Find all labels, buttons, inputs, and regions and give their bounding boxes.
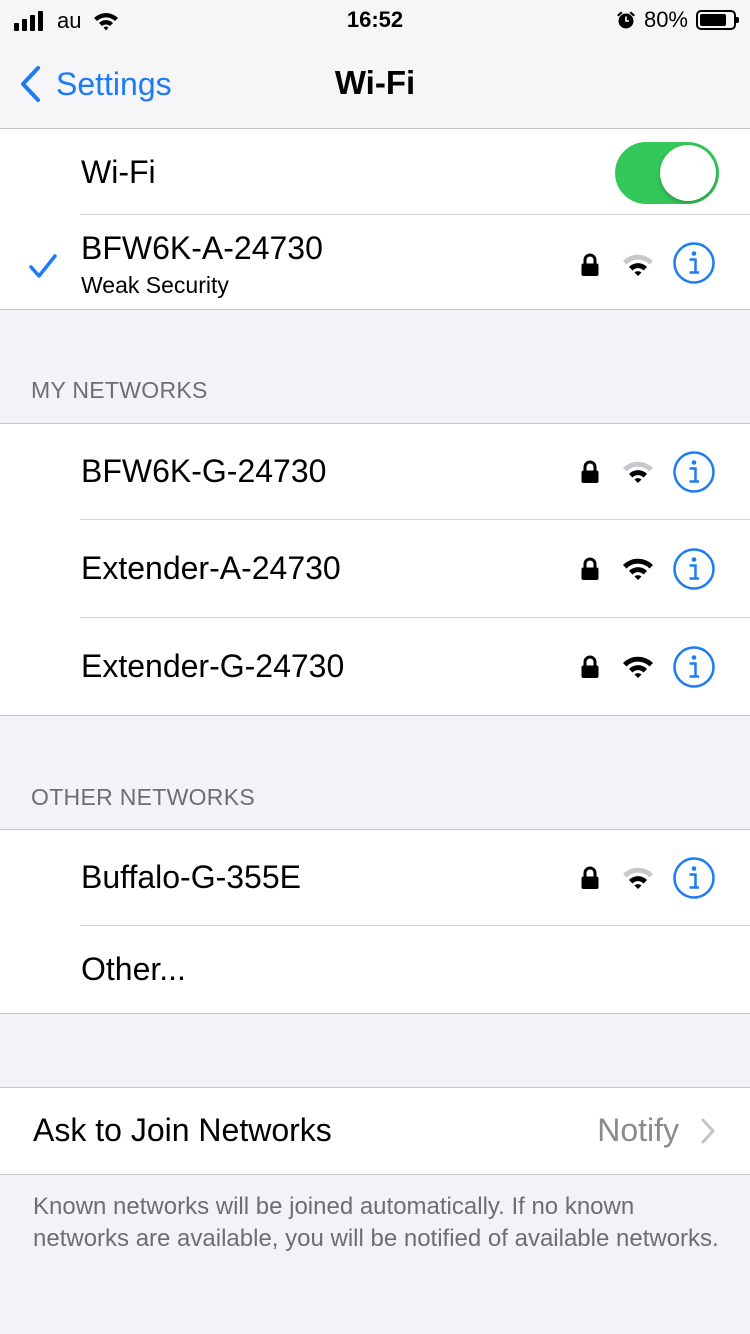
other-networks-header: OTHER NETWORKS bbox=[31, 784, 255, 810]
lock-icon bbox=[581, 253, 599, 276]
network-row[interactable]: BFW6K-G-24730 bbox=[0, 423, 750, 520]
other-network-row[interactable]: Other... bbox=[0, 926, 750, 1014]
ask-to-join-label: Ask to Join Networks bbox=[33, 1112, 332, 1148]
ask-to-join-row[interactable]: Ask to Join Networks Notify bbox=[0, 1087, 750, 1175]
chevron-right-icon bbox=[701, 1118, 715, 1144]
checkmark-icon bbox=[29, 254, 57, 278]
alarm-icon bbox=[616, 11, 635, 29]
my-networks-header: MY NETWORKS bbox=[31, 377, 208, 403]
ask-to-join-value: Notify bbox=[597, 1112, 679, 1148]
info-icon[interactable] bbox=[672, 645, 716, 689]
network-name: BFW6K-G-24730 bbox=[81, 453, 327, 489]
connected-network-subtitle: Weak Security bbox=[81, 272, 229, 298]
lock-icon bbox=[581, 655, 599, 678]
ask-to-join-group: Ask to Join Networks Notify bbox=[0, 1087, 750, 1175]
network-name: Buffalo-G-355E bbox=[81, 859, 301, 895]
wifi-toggle-row: Wi-Fi bbox=[0, 129, 750, 215]
lock-icon bbox=[581, 866, 599, 889]
network-row[interactable]: Extender-A-24730 bbox=[0, 520, 750, 618]
battery-icon bbox=[696, 10, 739, 30]
lock-icon bbox=[581, 460, 599, 483]
my-networks-group: BFW6K-G-24730 Extender-A-24730 Extender-G-… bbox=[0, 423, 750, 716]
info-icon[interactable] bbox=[672, 856, 716, 900]
other-networks-group: Buffalo-G-355E Other... bbox=[0, 829, 750, 1014]
status-right: 80% bbox=[616, 6, 739, 34]
info-icon[interactable] bbox=[672, 450, 716, 494]
info-icon[interactable] bbox=[672, 241, 716, 285]
connected-network-name: BFW6K-A-24730 bbox=[81, 230, 323, 266]
connected-network-row[interactable]: BFW6K-A-24730 Weak Security bbox=[0, 215, 750, 310]
info-icon[interactable] bbox=[672, 547, 716, 591]
status-bar: au 16:52 80% bbox=[0, 0, 750, 40]
wifi-group: Wi-Fi BFW6K-A-24730 Weak Security bbox=[0, 129, 750, 310]
navigation-bar: Settings Wi-Fi bbox=[0, 40, 750, 129]
lock-icon bbox=[581, 557, 599, 580]
wifi-signal-icon bbox=[623, 254, 653, 276]
wifi-signal-icon bbox=[623, 867, 653, 889]
network-row[interactable]: Extender-G-24730 bbox=[0, 618, 750, 716]
wifi-toggle[interactable] bbox=[615, 142, 719, 204]
network-name: Extender-G-24730 bbox=[81, 648, 345, 684]
wifi-signal-icon bbox=[623, 461, 653, 483]
other-network-label: Other... bbox=[81, 951, 186, 987]
wifi-toggle-label: Wi-Fi bbox=[81, 154, 156, 190]
network-name: Extender-A-24730 bbox=[81, 550, 341, 586]
wifi-signal-icon bbox=[623, 656, 653, 678]
wifi-signal-icon bbox=[623, 558, 653, 580]
network-row[interactable]: Buffalo-G-355E bbox=[0, 829, 750, 926]
page-title: Wi-Fi bbox=[334, 64, 416, 101]
battery-percent: 80% bbox=[643, 7, 688, 32]
ask-to-join-footer: Known networks will be joined automatica… bbox=[33, 1193, 719, 1252]
